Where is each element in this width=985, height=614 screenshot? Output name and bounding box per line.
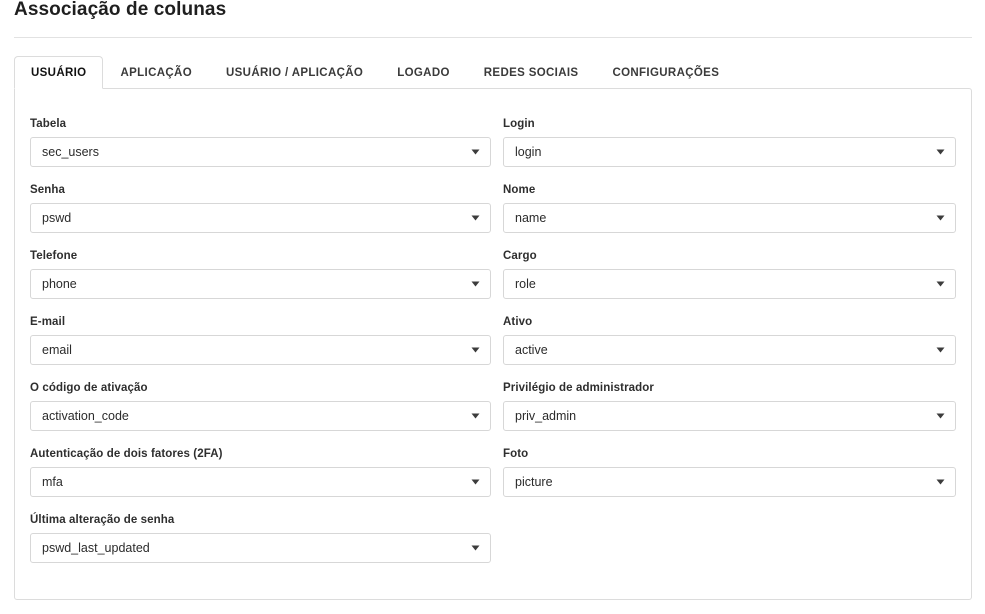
label-tabela: Tabela [30,118,67,130]
label-privilegio-administrador: Privilégio de administrador [503,382,654,394]
chevron-down-icon [464,479,486,485]
field-email: E-mail email [30,315,491,365]
select-ultima-alteracao-senha[interactable]: pswd_last_updated [30,533,491,563]
field-cargo: Cargo role [503,249,956,299]
tab-configuracoes[interactable]: CONFIGURAÇÕES [595,56,736,89]
select-tabela[interactable]: sec_users [30,137,491,167]
field-tabela: Tabela sec_users [30,117,491,167]
form-container: Tabela sec_users Senha pswd Telefone phone E-m… [15,89,971,599]
tab-usuario-aplicacao[interactable]: USUÁRIO / APLICAÇÃO [209,56,380,89]
chevron-down-icon [464,545,486,551]
label-autenticacao-2fa: Autenticação de dois fatores (2FA) [30,448,223,460]
label-cargo: Cargo [503,250,537,262]
select-value-email: email [42,343,72,357]
select-value-privilegio-administrador: priv_admin [515,409,577,423]
select-value-login: login [515,145,542,159]
chevron-down-icon [929,215,951,221]
field-codigo-ativacao: O código de ativação activation_code [30,381,491,431]
form-column-left: Tabela sec_users Senha pswd Telefone phone E-m… [30,117,491,579]
label-login: Login [503,118,535,130]
select-value-tabela: sec_users [42,145,99,159]
field-senha: Senha pswd [30,183,491,233]
label-telefone: Telefone [30,250,78,262]
select-value-foto: picture [515,475,553,489]
select-value-codigo-ativacao: activation_code [42,409,129,423]
field-login: Login login [503,117,956,167]
label-email: E-mail [30,316,66,328]
chevron-down-icon [464,215,486,221]
label-codigo-ativacao: O código de ativação [30,382,148,394]
select-codigo-ativacao[interactable]: activation_code [30,401,491,431]
chevron-down-icon [929,281,951,287]
label-foto: Foto [503,448,529,460]
select-privilegio-administrador[interactable]: priv_admin [503,401,956,431]
chevron-down-icon [929,347,951,353]
tab-bar: USUÁRIO APLICAÇÃO USUÁRIO / APLICAÇÃO LOGAD… [14,56,972,89]
chevron-down-icon [464,347,486,353]
chevron-down-icon [929,413,951,419]
chevron-down-icon [929,479,951,485]
chevron-down-icon [464,149,486,155]
column-mapping-form: Tabela sec_users Senha pswd Telefone phone E-m… [30,117,956,579]
page-root: Associação de colunas USUÁRIO APLICAÇÃO US… [0,0,985,614]
select-cargo[interactable]: role [503,269,956,299]
select-value-ultima-alteracao-senha: pswd_last_updated [42,541,150,555]
field-foto: Foto picture [503,447,956,497]
chevron-down-icon [464,281,486,287]
select-autenticacao-2fa[interactable]: mfa [30,467,491,497]
tab-aplicacao[interactable]: APLICAÇÃO [103,56,209,89]
select-value-telefone: phone [42,277,77,291]
select-value-cargo: role [515,277,536,291]
page-title: Associação de colunas [14,0,227,20]
select-ativo[interactable]: active [503,335,956,365]
select-foto[interactable]: picture [503,467,956,497]
form-column-right: Login login Nome name Cargo role Ativo active Pr… [503,117,956,579]
tab-usuario[interactable]: USUÁRIO [14,56,104,89]
label-ativo: Ativo [503,316,533,328]
select-value-autenticacao-2fa: mfa [42,475,63,489]
select-value-ativo: active [515,343,548,357]
select-value-senha: pswd [42,211,72,225]
field-ativo: Ativo active [503,315,956,365]
label-ultima-alteracao-senha: Última alteração de senha [30,514,175,526]
field-nome: Nome name [503,183,956,233]
select-login[interactable]: login [503,137,956,167]
field-autenticacao-2fa: Autenticação de dois fatores (2FA) mfa [30,447,491,497]
select-email[interactable]: email [30,335,491,365]
field-ultima-alteracao-senha: Última alteração de senha pswd_last_updat… [30,513,491,563]
tab-redes-sociais[interactable]: REDES SOCIAIS [467,56,596,89]
field-telefone: Telefone phone [30,249,491,299]
label-nome: Nome [503,184,536,196]
select-senha[interactable]: pswd [30,203,491,233]
field-privilegio-administrador: Privilégio de administrador priv_admin [503,381,956,431]
select-telefone[interactable]: phone [30,269,491,299]
chevron-down-icon [929,149,951,155]
chevron-down-icon [464,413,486,419]
select-value-nome: name [515,211,547,225]
select-nome[interactable]: name [503,203,956,233]
tab-logado[interactable]: LOGADO [380,56,467,89]
title-divider [14,37,972,38]
tab-panel-usuario: Tabela sec_users Senha pswd Telefone phone E-m… [14,88,972,600]
label-senha: Senha [30,184,66,196]
